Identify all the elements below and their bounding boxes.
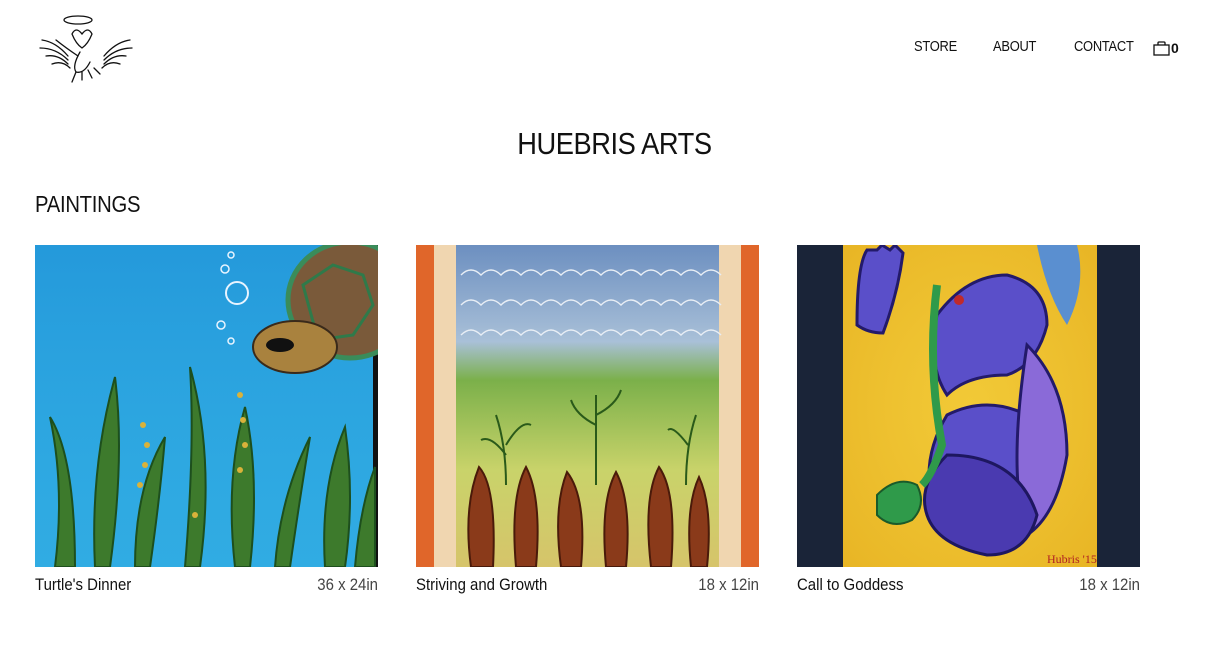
striving-painting xyxy=(416,245,759,567)
painting-size: 36 x 24in xyxy=(317,575,378,594)
painting-title[interactable]: Striving and Growth xyxy=(416,575,547,595)
painting-image[interactable] xyxy=(35,245,378,567)
painting-image[interactable] xyxy=(416,245,759,567)
svg-text:Hubris '15: Hubris '15 xyxy=(1047,552,1097,566)
shopping-bag-icon xyxy=(1153,40,1170,56)
painting-card: Turtle's Dinner 36 x 24in xyxy=(35,245,378,601)
painting-title[interactable]: Call to Goddess xyxy=(797,575,903,595)
turtle-painting xyxy=(35,245,378,567)
nav-store-link[interactable]: STORE xyxy=(914,38,957,55)
goddess-painting: Hubris '15 xyxy=(797,245,1140,567)
painting-size: 18 x 12in xyxy=(1079,575,1140,594)
section-title: PAINTINGS xyxy=(35,191,141,217)
painting-card: Hubris '15 Call to Goddess 18 x 12in xyxy=(797,245,1140,601)
page-title: HUEBRIS ARTS xyxy=(517,126,712,161)
painting-size: 18 x 12in xyxy=(698,575,759,594)
nav-about-link[interactable]: ABOUT xyxy=(993,38,1036,55)
cart-count: 0 xyxy=(1171,40,1179,56)
nav-contact-link[interactable]: CONTACT xyxy=(1074,38,1134,55)
main-nav: STORE ABOUT CONTACT xyxy=(0,38,1229,60)
cart-button[interactable]: 0 xyxy=(1153,38,1179,58)
painting-image[interactable]: Hubris '15 xyxy=(797,245,1140,567)
painting-card: Striving and Growth 18 x 12in xyxy=(416,245,759,601)
painting-title[interactable]: Turtle's Dinner xyxy=(35,575,131,595)
